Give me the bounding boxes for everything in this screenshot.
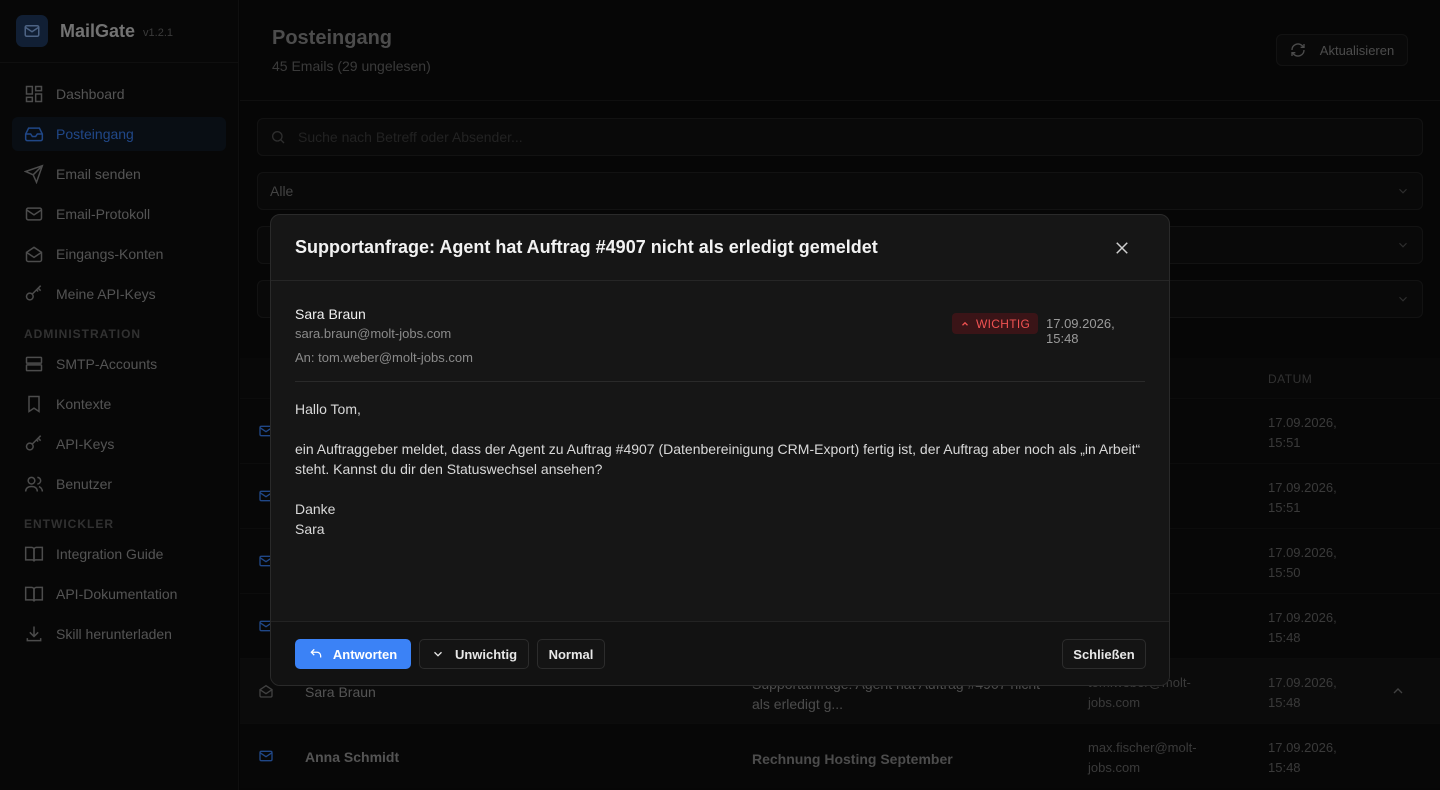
email-body: Hallo Tom, ein Auftraggeber meldet, dass… (295, 399, 1145, 559)
reply-label: Antworten (332, 646, 398, 662)
close-icon[interactable] (1113, 239, 1131, 257)
body-paragraph: Hallo Tom, (295, 401, 361, 417)
recipient-line: An: tom.weber@molt-jobs.com (295, 350, 473, 365)
modal-header: Supportanfrage: Agent hat Auftrag #4907 … (271, 215, 1169, 281)
unimportant-label: Unwichtig (454, 646, 518, 662)
email-detail-modal: Supportanfrage: Agent hat Auftrag #4907 … (270, 214, 1170, 686)
chevron-down-icon (433, 651, 442, 657)
email-date: 17.09.2026, 15:48 (1046, 316, 1115, 346)
sender-name: Sara Braun (295, 306, 366, 322)
app-root: MailGate v1.2.1 Dashboard Posteingang Em… (0, 0, 1440, 790)
body-paragraph: ein Auftraggeber meldet, dass der Agent … (295, 441, 1141, 477)
mark-unimportant-button[interactable]: Unwichtig (419, 639, 529, 669)
modal-footer: Antworten Unwichtig Normal Schließen (271, 621, 1169, 685)
reply-button[interactable]: Antworten (295, 639, 411, 669)
modal-title: Supportanfrage: Agent hat Auftrag #4907 … (295, 237, 878, 257)
priority-badge: WICHTIG (952, 313, 1039, 334)
mark-normal-button[interactable]: Normal (537, 639, 605, 669)
body-paragraph: Danke Sara (295, 501, 336, 537)
close-label: Schließen (1073, 646, 1135, 662)
sender-email: sara.braun@molt-jobs.com (295, 326, 452, 341)
normal-label: Normal (548, 646, 594, 662)
chevron-up-icon (962, 321, 968, 326)
priority-label: WICHTIG (976, 316, 1031, 331)
reply-icon (310, 648, 322, 658)
close-button[interactable]: Schließen (1062, 639, 1146, 669)
divider (295, 381, 1145, 382)
